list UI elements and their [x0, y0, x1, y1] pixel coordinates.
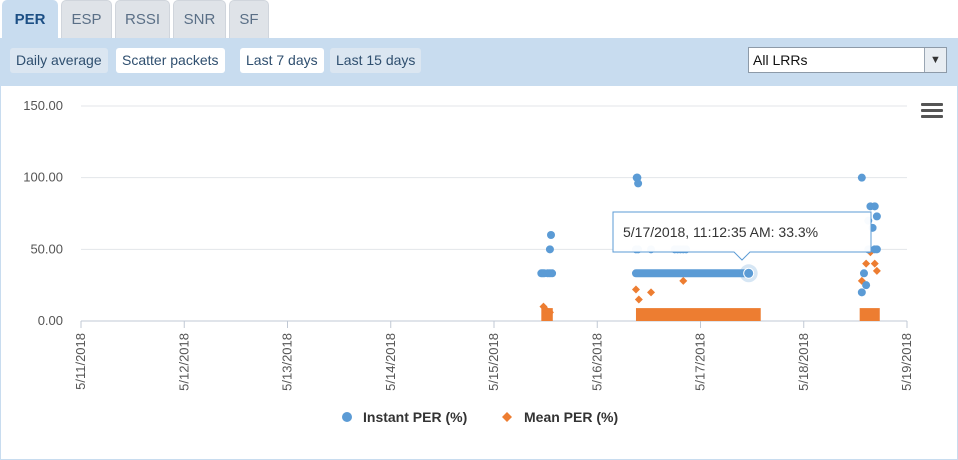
legend-label: Instant PER (%) [363, 409, 467, 425]
legend-item-instant: Instant PER (%) [342, 409, 467, 425]
instant-per-point [859, 269, 868, 278]
daily-average-button[interactable]: Daily average [10, 48, 108, 73]
instant-per-point [547, 231, 556, 239]
y-tick-label: 50.00 [30, 241, 63, 256]
tab-rssi[interactable]: RSSI [115, 0, 170, 38]
chevron-down-icon[interactable]: ▼ [924, 48, 946, 72]
y-tick-label: 0.00 [38, 313, 63, 328]
lrr-select-value: All LRRs [753, 52, 808, 68]
mean-per-point [872, 266, 881, 275]
mean-per-point [870, 259, 879, 268]
x-tick-label: 5/17/2018 [693, 333, 708, 391]
mean-per-point [862, 259, 871, 268]
instant-per-point [872, 212, 881, 221]
tab-snr[interactable]: SNR [173, 0, 226, 38]
y-tick-label: 150.00 [23, 98, 63, 113]
tab-bar: PER ESP RSSI SNR SF [0, 0, 958, 38]
hover-point [743, 267, 755, 279]
instant-per-point [857, 173, 866, 182]
instant-per-point [872, 245, 881, 254]
instant-per-point [862, 281, 871, 290]
x-tick-label: 5/14/2018 [383, 333, 398, 391]
tab-per[interactable]: PER [2, 0, 58, 38]
x-tick-label: 5/18/2018 [796, 333, 811, 391]
y-tick-label: 100.00 [23, 170, 63, 185]
mean-per-point [631, 285, 640, 294]
legend-marker [342, 412, 352, 422]
x-tick-label: 5/15/2018 [486, 333, 501, 391]
tab-esp[interactable]: ESP [61, 0, 112, 38]
x-tick-label: 5/19/2018 [899, 333, 914, 391]
instant-per-point [870, 202, 879, 211]
mean-per-band [635, 308, 761, 321]
last-15-days-button[interactable]: Last 15 days [330, 48, 422, 73]
instant-per-point [545, 245, 554, 254]
tab-sf[interactable]: SF [229, 0, 269, 38]
mean-per-point [647, 288, 656, 297]
x-tick-label: 5/12/2018 [176, 333, 191, 391]
chart-toolbar: Daily average Scatter packets Last 7 day… [0, 38, 958, 86]
mean-per-band [859, 308, 880, 321]
instant-per-point [857, 288, 866, 297]
instant-per-point [634, 179, 643, 188]
last-7-days-button[interactable]: Last 7 days [240, 48, 324, 73]
chart-svg: 0.00 50.00 100.00 150.00 5/11/2018 5/12/2018… [23, 98, 943, 425]
mean-per-point [679, 276, 688, 285]
legend-label: Mean PER (%) [524, 409, 618, 425]
instant-per-point [548, 269, 557, 278]
x-tick-label: 5/13/2018 [280, 333, 295, 391]
x-tick-label: 5/16/2018 [589, 333, 604, 391]
per-chart: 0.00 50.00 100.00 150.00 5/11/2018 5/12/2018… [0, 86, 958, 460]
lrr-select[interactable]: All LRRs ▼ [748, 47, 947, 73]
tooltip-text: 5/17/2018, 11:12:35 AM: 33.3% [623, 224, 818, 240]
x-tick-label: 5/11/2018 [73, 333, 88, 390]
scatter-packets-button[interactable]: Scatter packets [116, 48, 225, 73]
legend-item-mean: Mean PER (%) [502, 409, 618, 425]
legend-marker [502, 412, 512, 422]
mean-per-point [634, 295, 643, 304]
hamburger-icon[interactable] [921, 103, 943, 118]
